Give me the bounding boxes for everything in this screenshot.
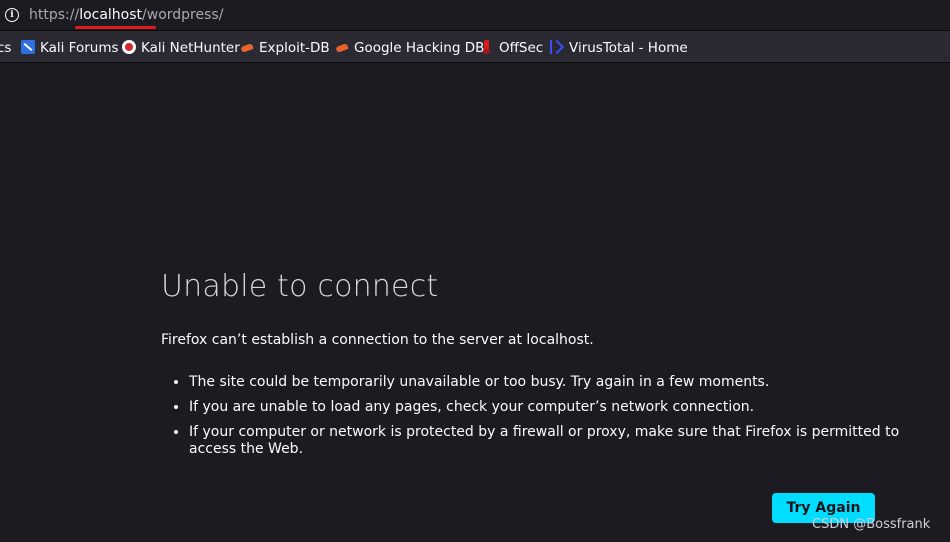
url-bar[interactable]: i https://localhost/wordpress/: [0, 0, 950, 31]
nethunter-icon: [122, 40, 136, 54]
bookmark-label: Kali Forums: [40, 40, 119, 56]
bookmark-google-hacking-db[interactable]: Google Hacking DB: [335, 39, 484, 57]
url-scheme: https://: [29, 7, 80, 23]
bookmark-label: OffSec: [499, 40, 544, 56]
kali-icon: [21, 40, 35, 54]
watermark: CSDN @Bossfrank: [812, 517, 931, 532]
offsec-icon: [480, 40, 494, 54]
exploit-db-icon: [335, 40, 349, 54]
error-title: Unable to connect: [161, 269, 439, 304]
bookmark-virustotal[interactable]: VirusTotal - Home: [550, 39, 688, 57]
bookmark-exploit-db[interactable]: Exploit-DB: [240, 39, 330, 57]
bookmark-label: Kali NetHunter: [141, 40, 240, 56]
error-message: Firefox can’t establish a connection to …: [161, 332, 594, 348]
bookmark-cs[interactable]: cs: [0, 39, 11, 57]
bookmark-label: cs: [0, 40, 12, 56]
list-item: If your computer or network is protected…: [189, 424, 904, 458]
error-reasons-list: The site could be temporarily unavailabl…: [171, 374, 904, 466]
list-item: The site could be temporarily unavailabl…: [189, 374, 904, 391]
url-text[interactable]: https://localhost/wordpress/: [29, 6, 223, 24]
info-icon[interactable]: i: [5, 8, 19, 22]
exploit-db-icon: [240, 40, 254, 54]
bookmark-offsec[interactable]: OffSec: [480, 39, 543, 57]
bookmark-label: Google Hacking DB: [354, 40, 485, 56]
url-path: /wordpress/: [142, 7, 224, 23]
bookmark-label: Exploit-DB: [259, 40, 330, 56]
url-host: localhost: [79, 7, 143, 23]
bookmark-label: VirusTotal - Home: [569, 40, 688, 56]
virustotal-icon: [550, 40, 564, 54]
bookmark-kali-nethunter[interactable]: Kali NetHunter: [122, 39, 240, 57]
bookmark-kali-forums[interactable]: Kali Forums: [21, 39, 119, 57]
bookmarks-toolbar: cs Kali Forums Kali NetHunter Exploit-DB…: [0, 31, 950, 63]
list-item: If you are unable to load any pages, che…: [189, 399, 904, 416]
